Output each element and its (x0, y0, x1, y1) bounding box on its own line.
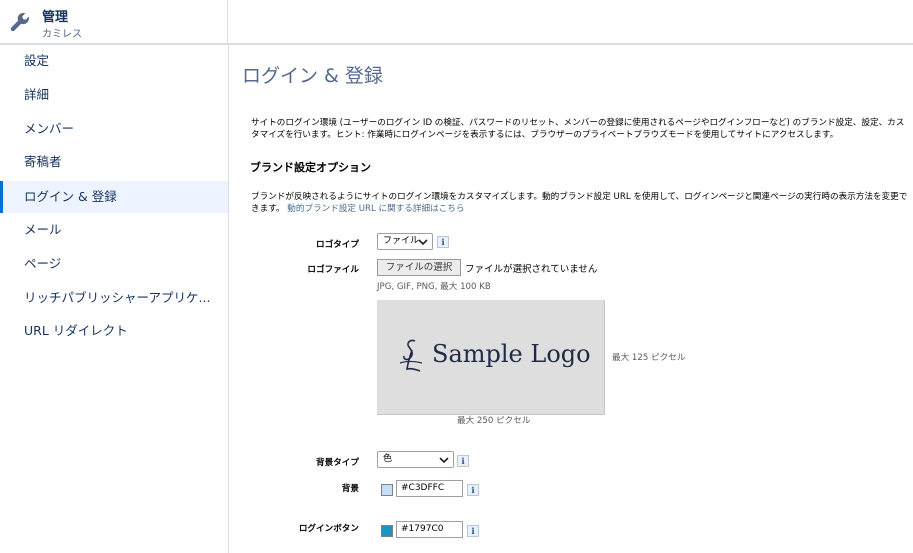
sample-logo-text: Sample Logo (432, 340, 591, 368)
sample-logo-icon (399, 339, 423, 372)
sidebar-item-pages[interactable]: ページ (0, 248, 228, 280)
sidebar-item-rich-publisher-apps[interactable]: リッチパブリッシャーアプリケ... (0, 282, 228, 314)
wrench-icon (10, 12, 29, 32)
logo-type-select[interactable]: ファイル (377, 233, 433, 250)
file-status-text: ファイルが選択されていません (465, 264, 598, 275)
background-color-swatch[interactable] (381, 484, 393, 496)
logo-type-label: ロゴタイプ (316, 240, 359, 250)
sidebar-item-url-redirects[interactable]: URL リダイレクト (0, 315, 228, 347)
logo-type-info-icon[interactable]: i (437, 236, 449, 248)
dynamic-branding-link[interactable]: 動的ブランド設定 URL に関する詳細はこちら (287, 204, 464, 214)
login-button-info-icon[interactable]: i (467, 525, 479, 537)
sidebar-item-details[interactable]: 詳細 (0, 79, 228, 111)
chevron-down-icon (439, 457, 449, 464)
app-header: 管理 カミレス (0, 0, 228, 44)
logo-preview: Sample Logo (377, 300, 605, 415)
header-bar (229, 0, 913, 44)
sidebar-item-contributors[interactable]: 寄稿者 (0, 146, 228, 178)
branding-section-title: ブランド設定オプション (250, 161, 371, 174)
login-button-color-swatch[interactable] (381, 525, 393, 537)
background-color-input[interactable]: #C3DFFC (396, 480, 463, 497)
login-button-label: ログインボタン (298, 524, 359, 534)
branding-description: ブランドが反映されるようにサイトのログイン環境をカスタマイズします。動的ブランド… (251, 191, 913, 215)
choose-file-button[interactable]: ファイルの選択 (377, 259, 461, 276)
sidebar: 設定 詳細 メンバー 寄稿者 ログイン & 登録 メール ページ リッチパブリッ… (0, 45, 229, 553)
app-title: 管理 (42, 10, 69, 25)
background-label: 背景 (341, 484, 359, 494)
main-content: ログイン & 登録 サイトのログイン環境 (ユーザーのログイン ID の検証、パ… (229, 45, 913, 553)
sidebar-item-email[interactable]: メール (0, 214, 228, 246)
background-info-icon[interactable]: i (467, 484, 479, 496)
page-title: ログイン & 登録 (242, 65, 383, 87)
max-height-hint: 最大 125 ピクセル (612, 353, 686, 363)
file-format-hint: JPG, GIF, PNG, 最大 100 KB (377, 282, 491, 292)
login-button-color-input[interactable]: #1797C0 (396, 521, 463, 538)
background-type-select[interactable]: 色 (377, 451, 454, 468)
background-type-info-icon[interactable]: i (457, 455, 469, 467)
sidebar-item-login-registration[interactable]: ログイン & 登録 (0, 181, 228, 213)
logo-file-label: ロゴファイル (307, 265, 359, 275)
logo-type-value: ファイル (383, 236, 420, 246)
sidebar-item-settings[interactable]: 設定 (0, 45, 228, 77)
sidebar-item-members[interactable]: メンバー (0, 113, 228, 145)
app-subtitle: カミレス (42, 29, 82, 40)
page-description: サイトのログイン環境 (ユーザーのログイン ID の検証、パスワードのリセット、… (251, 118, 905, 140)
chevron-down-icon (418, 239, 428, 246)
max-width-hint: 最大 250 ピクセル (457, 416, 531, 426)
background-type-label: 背景タイプ (316, 458, 359, 468)
app-window: 管理 カミレス 設定 詳細 メンバー 寄稿者 ログイン & 登録 メール ページ… (0, 0, 913, 553)
background-type-value: 色 (383, 454, 393, 464)
